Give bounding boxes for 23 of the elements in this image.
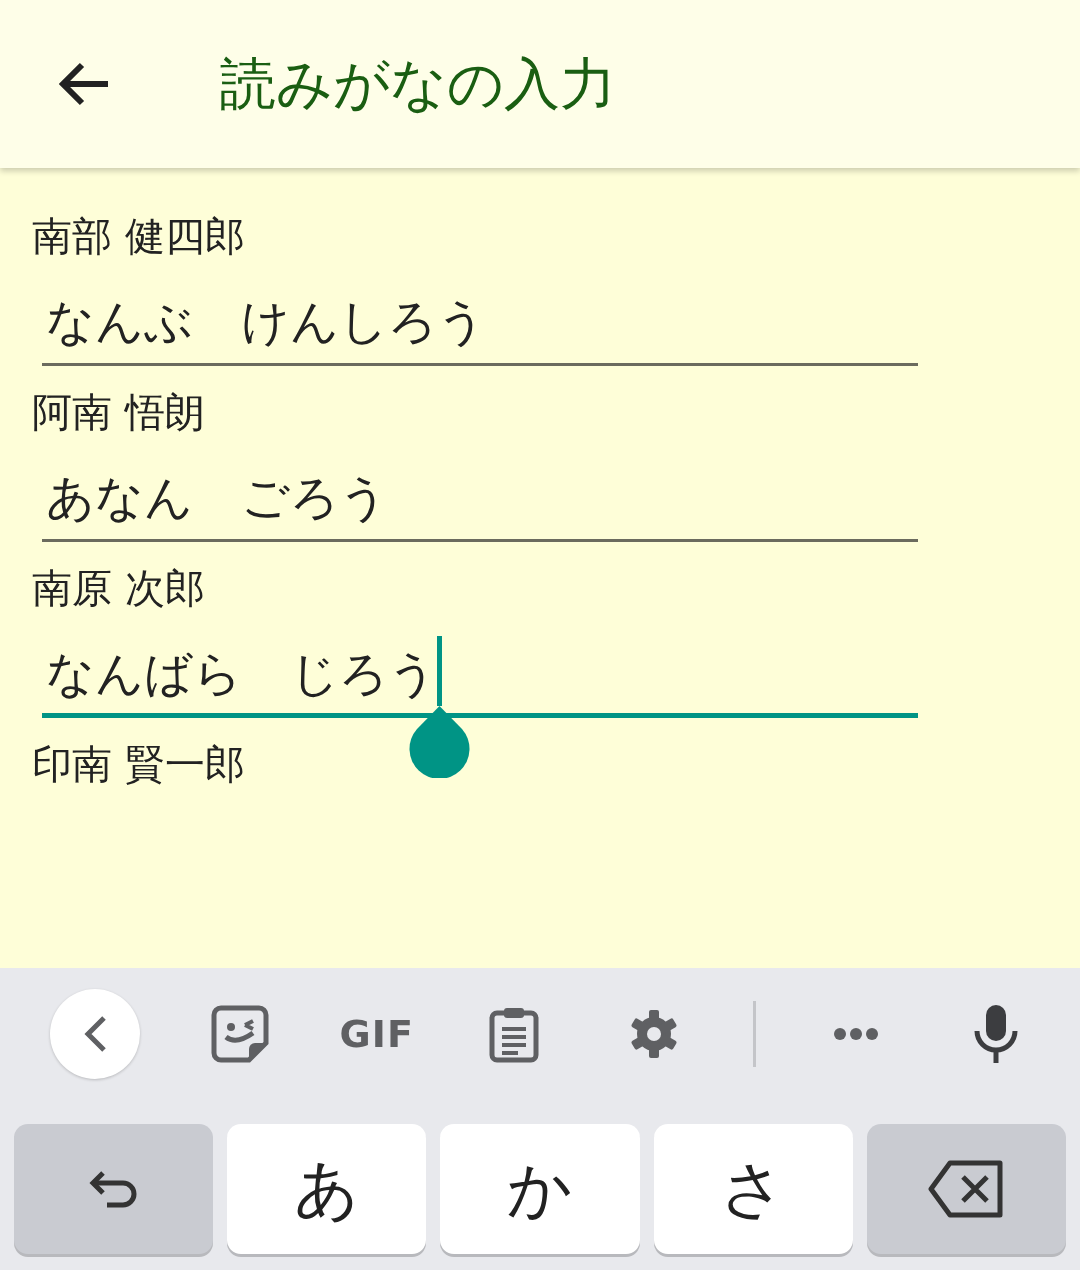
back-arrow-icon [58,61,110,107]
backspace-icon [928,1160,1005,1218]
backspace-key[interactable] [866,1124,1066,1254]
kana-key[interactable]: か [440,1124,640,1254]
reading-field[interactable]: なんぶ けんしろう [42,286,918,366]
name-label: 南部 健四郎 [32,212,245,261]
chevron-left-icon [82,1015,107,1053]
more-icon [833,1027,880,1041]
reading-field[interactable]: あなん ごろう [42,462,918,542]
microphone-icon [973,1004,1019,1064]
name-label: 阿南 悟朗 [32,388,205,437]
name-label: 南原 次郎 [32,564,205,613]
kana-key[interactable]: さ [653,1124,853,1254]
screen-title: 読みがなの入力 [220,50,616,118]
cursor-handle[interactable] [409,704,470,778]
gif-button[interactable]: GIF [339,1005,414,1063]
name-label: 印南 賢一郎 [32,740,245,789]
kana-key[interactable]: あ [227,1124,427,1254]
undo-icon [88,1169,139,1209]
undo-key[interactable] [14,1124,214,1254]
reading-field[interactable]: なんばら じろう [42,638,918,718]
clipboard-icon [488,1005,539,1063]
sticker-icon [210,1005,269,1063]
